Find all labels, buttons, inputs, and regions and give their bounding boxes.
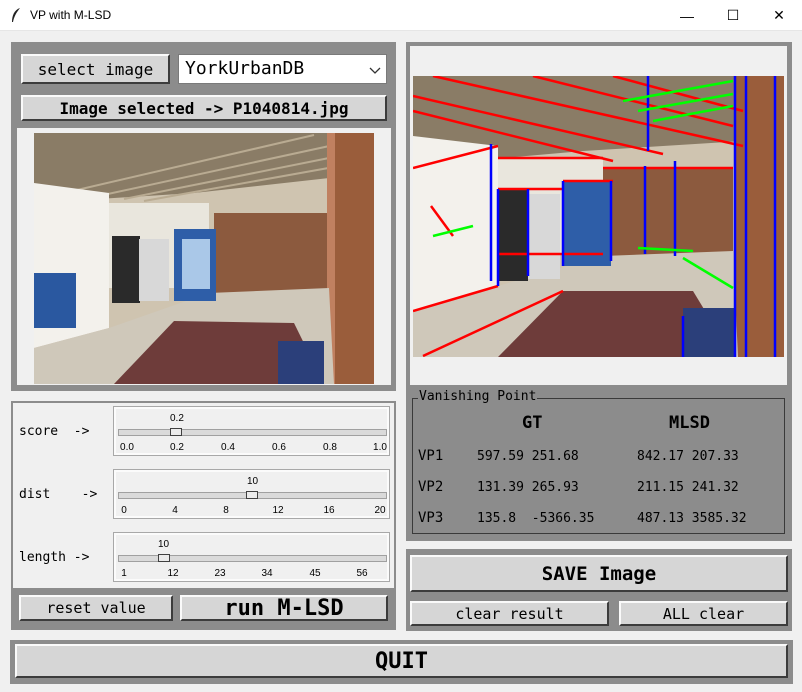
input-image: [34, 133, 374, 384]
save-image-button[interactable]: SAVE Image: [410, 555, 788, 592]
feather-icon: [12, 8, 20, 22]
tick-label: 12: [272, 505, 284, 516]
tick-label: 12: [167, 568, 179, 579]
length-thumb[interactable]: [158, 554, 170, 562]
quit-button[interactable]: QUIT: [15, 644, 788, 678]
tick-label: 0.0: [120, 442, 134, 453]
tick-label: 16: [323, 505, 335, 516]
score-label: score ->: [19, 424, 90, 439]
tick-label: 20: [374, 505, 386, 516]
minimize-button[interactable]: —: [664, 0, 710, 31]
score-slider[interactable]: 0.2 0.0 0.2 0.4 0.6 0.8 1.0: [113, 406, 390, 456]
length-value: 10: [158, 539, 170, 550]
score-ticks: 0.0 0.2 0.4 0.6 0.8 1.0: [116, 442, 387, 454]
clear-result-button[interactable]: clear result: [410, 601, 609, 626]
score-value: 0.2: [170, 413, 184, 424]
maximize-button[interactable]: ☐: [710, 0, 756, 31]
window-title: VP with M-LSD: [30, 8, 112, 22]
vp-gt-value: 597.59 251.68: [477, 449, 579, 464]
tick-label: 0.2: [170, 442, 184, 453]
vp-row-name: VP1: [418, 448, 444, 464]
dist-label: dist ->: [19, 487, 98, 502]
result-image: [413, 76, 784, 357]
tick-label: 0.8: [323, 442, 337, 453]
dist-value: 10: [247, 476, 259, 487]
dist-thumb[interactable]: [246, 491, 258, 499]
tick-label: 1.0: [373, 442, 387, 453]
title-bar: VP with M-LSD — ☐ ✕: [0, 0, 802, 31]
vp-gt-value: 135.8 -5366.35: [477, 511, 595, 526]
image-selected-label: Image selected -> P1040814.jpg: [21, 95, 387, 121]
score-thumb[interactable]: [170, 428, 182, 436]
close-button[interactable]: ✕: [756, 0, 802, 31]
vp-mlsd-value: 842.17 207.33: [637, 449, 739, 464]
length-label: length ->: [19, 550, 90, 565]
vp-mlsd-value: 211.15 241.32: [637, 480, 739, 495]
select-image-button[interactable]: select image: [21, 54, 170, 84]
all-clear-button[interactable]: ALL clear: [619, 601, 788, 626]
dataset-value: YorkUrbanDB: [185, 58, 305, 79]
dataset-combobox[interactable]: YorkUrbanDB: [178, 54, 387, 84]
tick-label: 23: [214, 568, 226, 579]
reset-value-button[interactable]: reset value: [19, 595, 173, 621]
mlsd-column-header: MLSD: [669, 413, 710, 433]
chevron-down-icon: [369, 67, 381, 74]
score-trough[interactable]: [118, 429, 387, 436]
tick-label: 4: [172, 505, 178, 516]
tick-label: 45: [309, 568, 321, 579]
vp-row-name: VP3: [418, 510, 444, 526]
dist-ticks: 0 4 8 12 16 20: [116, 505, 387, 517]
tick-label: 8: [223, 505, 229, 516]
tick-label: 34: [261, 568, 273, 579]
tick-label: 0.6: [272, 442, 286, 453]
run-mlsd-button[interactable]: run M-LSD: [180, 595, 388, 621]
dist-slider[interactable]: 10 0 4 8 12 16 20: [113, 469, 390, 519]
vanishing-point-title: Vanishing Point: [418, 389, 538, 404]
tick-label: 0: [121, 505, 127, 516]
tick-label: 1: [121, 568, 127, 579]
length-slider[interactable]: 10 1 12 23 34 45 56: [113, 532, 390, 582]
gt-column-header: GT: [522, 413, 543, 433]
tick-label: 0.4: [221, 442, 235, 453]
length-ticks: 1 12 23 34 45 56: [116, 568, 387, 580]
vp-row-name: VP2: [418, 479, 444, 495]
vp-gt-value: 131.39 265.93: [477, 480, 579, 495]
vp-mlsd-value: 487.13 3585.32: [637, 511, 747, 526]
tick-label: 56: [356, 568, 368, 579]
